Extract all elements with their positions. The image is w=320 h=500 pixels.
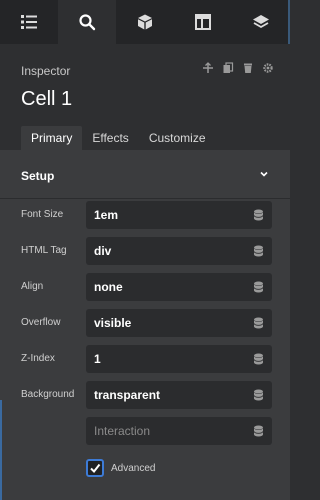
list-icon (21, 15, 37, 29)
layers-icon (253, 15, 269, 29)
setup-title: Setup (21, 169, 55, 183)
font-size-value: 1em (94, 208, 119, 222)
top-toolbar (0, 0, 290, 44)
overflow-field[interactable]: visible (86, 309, 272, 337)
inspector-tabs: Primary Effects Customize (21, 126, 216, 151)
database-icon[interactable] (253, 389, 264, 401)
field-row-font-size: Font Size 1em (0, 201, 290, 229)
align-value: none (94, 280, 123, 294)
gear-icon[interactable] (262, 62, 274, 74)
header-actions (202, 62, 274, 74)
background-label: Background (21, 389, 75, 400)
interaction-placeholder: Interaction (94, 424, 151, 438)
tab-layout[interactable] (174, 0, 232, 44)
section-divider (0, 198, 290, 199)
cube-icon (138, 14, 152, 30)
element-title: Cell 1 (21, 88, 73, 110)
background-value: transparent (94, 388, 161, 402)
tab-primary[interactable]: Primary (21, 126, 83, 151)
tab-search[interactable] (58, 0, 116, 44)
chevron-down-icon (260, 171, 268, 177)
field-row-overflow: Overflow visible (0, 309, 290, 337)
checkmark-icon (90, 463, 101, 474)
advanced-label: Advanced (111, 462, 156, 474)
field-row-background: Background transparent (0, 381, 290, 409)
html-tag-value: div (94, 244, 112, 258)
font-size-label: Font Size (21, 209, 64, 220)
database-icon[interactable] (253, 425, 264, 437)
align-label: Align (21, 281, 44, 292)
panel-edge-accent (0, 400, 2, 500)
field-row-align: Align none (0, 273, 290, 301)
font-size-field[interactable]: 1em (86, 201, 272, 229)
setup-section-header[interactable]: Setup (0, 150, 290, 199)
z-index-value: 1 (94, 352, 101, 366)
html-tag-label: HTML Tag (21, 245, 67, 256)
z-index-label: Z-Index (21, 353, 55, 364)
align-icon[interactable] (202, 62, 214, 74)
align-field[interactable]: none (86, 273, 272, 301)
tab-customize[interactable]: Customize (139, 126, 216, 151)
database-icon[interactable] (253, 353, 264, 365)
database-icon[interactable] (253, 245, 264, 257)
background-field[interactable]: transparent (86, 381, 272, 409)
database-icon[interactable] (253, 281, 264, 293)
layout-icon (195, 14, 211, 30)
database-icon[interactable] (253, 317, 264, 329)
tab-effects[interactable]: Effects (82, 126, 138, 151)
advanced-toggle[interactable]: Advanced (86, 458, 155, 478)
html-tag-field[interactable]: div (86, 237, 272, 265)
tab-layers[interactable] (232, 0, 290, 44)
database-icon[interactable] (253, 209, 264, 221)
overflow-value: visible (94, 316, 132, 330)
copy-icon[interactable] (222, 62, 234, 74)
inspector-header: Inspector Cell 1 Primary Effects Customi… (0, 44, 290, 151)
field-row-z-index: Z-Index 1 (0, 345, 290, 373)
field-row-interaction: Interaction (0, 417, 290, 445)
primary-panel: Setup Font Size 1em HTML Tag div Align n… (0, 150, 290, 500)
tab-list[interactable] (0, 0, 58, 44)
overflow-label: Overflow (21, 317, 61, 328)
toolbar-edge (288, 0, 290, 44)
trash-icon[interactable] (242, 62, 254, 74)
inspector-label: Inspector (21, 64, 71, 78)
field-row-html-tag: HTML Tag div (0, 237, 290, 265)
search-icon (79, 14, 96, 31)
tab-components[interactable] (116, 0, 174, 44)
advanced-checkbox[interactable] (86, 459, 104, 477)
z-index-field[interactable]: 1 (86, 345, 272, 373)
interaction-field[interactable]: Interaction (86, 417, 272, 445)
